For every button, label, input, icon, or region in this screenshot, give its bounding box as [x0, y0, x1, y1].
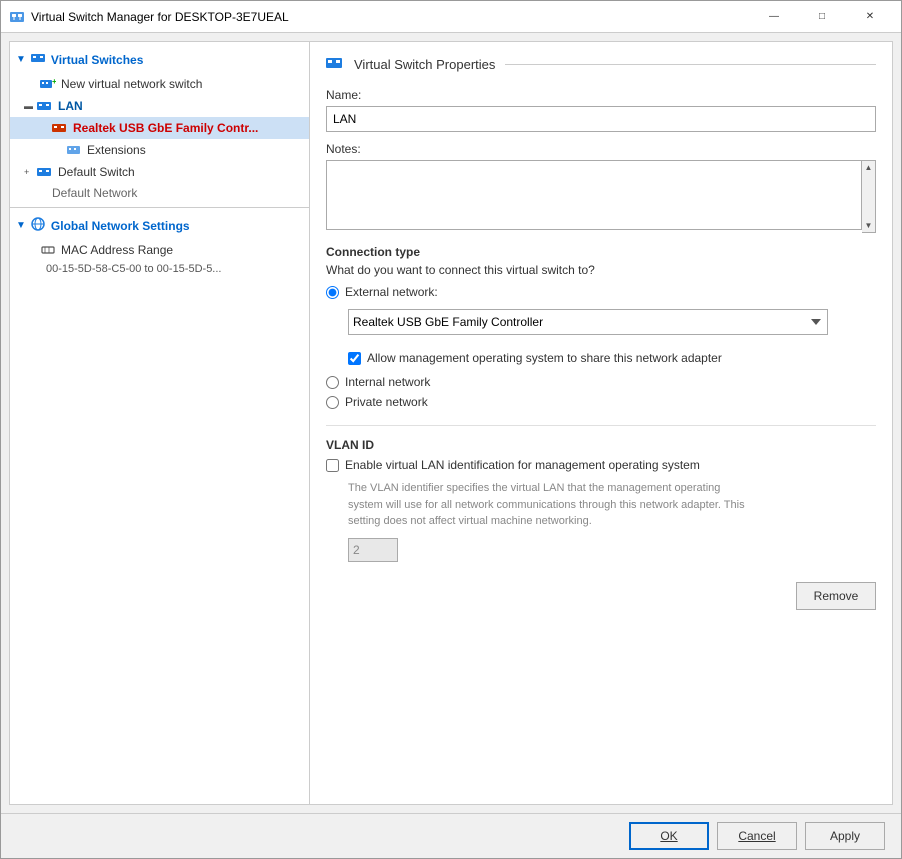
scroll-up-icon: ▲ — [863, 161, 875, 174]
conn-type-header: Connection type — [326, 245, 876, 259]
extensions-item[interactable]: Extensions — [10, 139, 309, 161]
svg-text:+: + — [52, 77, 56, 86]
lan-label: LAN — [58, 99, 83, 113]
app-icon — [9, 9, 25, 25]
global-settings-header[interactable]: ▼ Global Network Settings — [10, 212, 309, 239]
external-network-dropdown[interactable]: Realtek USB GbE Family Controller — [348, 309, 828, 335]
vlan-description: The VLAN identifier specifies the virtua… — [348, 480, 876, 530]
default-switch-label: Default Switch — [58, 165, 135, 179]
props-icon — [326, 54, 346, 74]
cancel-label: Cancel — [738, 829, 775, 843]
internal-radio-item[interactable]: Internal network — [326, 375, 876, 389]
external-radio-label: External network: — [345, 285, 438, 299]
default-switch-icon — [37, 164, 53, 180]
private-radio-label: Private network — [345, 395, 428, 409]
conn-type-question: What do you want to connect this virtual… — [326, 263, 876, 277]
virtual-switches-header[interactable]: ▼ Virtual Switches — [10, 46, 309, 73]
connection-type-group: External network: Realtek USB GbE Family… — [326, 285, 876, 409]
notes-input[interactable] — [326, 160, 862, 230]
vlan-checkbox[interactable] — [326, 459, 339, 472]
external-radio[interactable] — [326, 286, 339, 299]
default-network-label: Default Network — [52, 186, 137, 200]
new-switch-item[interactable]: + New virtual network switch — [10, 73, 309, 95]
default-switch-item[interactable]: + Default Switch — [10, 161, 309, 183]
realtek-icon — [52, 120, 68, 136]
management-checkbox-label: Allow management operating system to sha… — [367, 351, 722, 365]
external-radio-item[interactable]: External network: — [326, 285, 876, 299]
virtual-switches-label: Virtual Switches — [51, 53, 143, 67]
right-panel: Virtual Switch Properties Name: Notes: ▲… — [310, 42, 892, 804]
realtek-label: Realtek USB GbE Family Contr... — [73, 121, 258, 135]
global-settings-label: Global Network Settings — [51, 219, 190, 233]
new-switch-icon: + — [40, 76, 56, 92]
extensions-label: Extensions — [87, 143, 146, 157]
remove-button-row: Remove — [326, 582, 876, 610]
vlan-checkbox-item[interactable]: Enable virtual LAN identification for ma… — [326, 458, 876, 472]
vlan-checkbox-label: Enable virtual LAN identification for ma… — [345, 458, 700, 472]
management-checkbox[interactable] — [348, 352, 361, 365]
lan-icon — [37, 98, 53, 114]
lan-item[interactable]: ▬ LAN — [10, 95, 309, 117]
vlan-header: VLAN ID — [326, 438, 876, 452]
content-area: ▼ Virtual Switches + — [9, 41, 893, 805]
window-title: Virtual Switch Manager for DESKTOP-3E7UE… — [31, 10, 751, 24]
scrollbar: ▲ ▼ — [862, 160, 876, 233]
section-divider — [505, 64, 876, 65]
private-radio-item[interactable]: Private network — [326, 395, 876, 409]
window-controls: — □ ✕ — [751, 1, 893, 33]
apply-label: Apply — [830, 829, 860, 843]
expand-icon: + — [24, 167, 34, 177]
close-button[interactable]: ✕ — [847, 1, 893, 33]
section-title-text: Virtual Switch Properties — [354, 57, 495, 72]
vlan-section: VLAN ID Enable virtual LAN identificatio… — [326, 425, 876, 562]
maximize-button[interactable]: □ — [799, 1, 845, 33]
mac-address-item[interactable]: MAC Address Range — [10, 239, 309, 261]
internal-radio[interactable] — [326, 376, 339, 389]
default-network-item[interactable]: Default Network — [10, 183, 309, 203]
name-label: Name: — [326, 88, 876, 102]
chevron-down-icon: ▼ — [16, 54, 26, 65]
collapse-icon: ▬ — [24, 101, 34, 111]
extensions-icon — [66, 142, 82, 158]
cancel-button[interactable]: Cancel — [717, 822, 797, 850]
notes-label: Notes: — [326, 142, 876, 156]
footer-bar: OK Cancel Apply — [1, 813, 901, 858]
realtek-item[interactable]: Realtek USB GbE Family Contr... — [10, 117, 309, 139]
title-bar: Virtual Switch Manager for DESKTOP-3E7UE… — [1, 1, 901, 33]
ok-button[interactable]: OK — [629, 822, 709, 850]
external-dropdown-wrapper: Realtek USB GbE Family Controller — [348, 309, 876, 335]
scroll-down-icon: ▼ — [863, 219, 875, 232]
chevron-down-icon2: ▼ — [16, 220, 26, 231]
global-settings-icon — [30, 216, 46, 235]
private-radio[interactable] — [326, 396, 339, 409]
left-panel: ▼ Virtual Switches + — [10, 42, 310, 804]
ok-label: OK — [660, 829, 677, 843]
divider — [10, 207, 309, 208]
main-window: Virtual Switch Manager for DESKTOP-3E7UE… — [0, 0, 902, 859]
management-checkbox-item[interactable]: Allow management operating system to sha… — [348, 351, 876, 365]
notes-wrapper: ▲ ▼ — [326, 160, 876, 233]
virtual-switches-icon — [30, 50, 46, 69]
section-title-row: Virtual Switch Properties — [326, 54, 876, 74]
name-input[interactable] — [326, 106, 876, 132]
mac-address-label: MAC Address Range — [61, 243, 173, 257]
remove-button[interactable]: Remove — [796, 582, 876, 610]
vlan-input — [348, 538, 398, 562]
new-switch-label: New virtual network switch — [61, 77, 202, 91]
mac-icon — [40, 242, 56, 258]
internal-radio-label: Internal network — [345, 375, 430, 389]
mac-address-value: 00-15-5D-58-C5-00 to 00-15-5D-5... — [10, 261, 309, 277]
apply-button[interactable]: Apply — [805, 822, 885, 850]
minimize-button[interactable]: — — [751, 1, 797, 33]
